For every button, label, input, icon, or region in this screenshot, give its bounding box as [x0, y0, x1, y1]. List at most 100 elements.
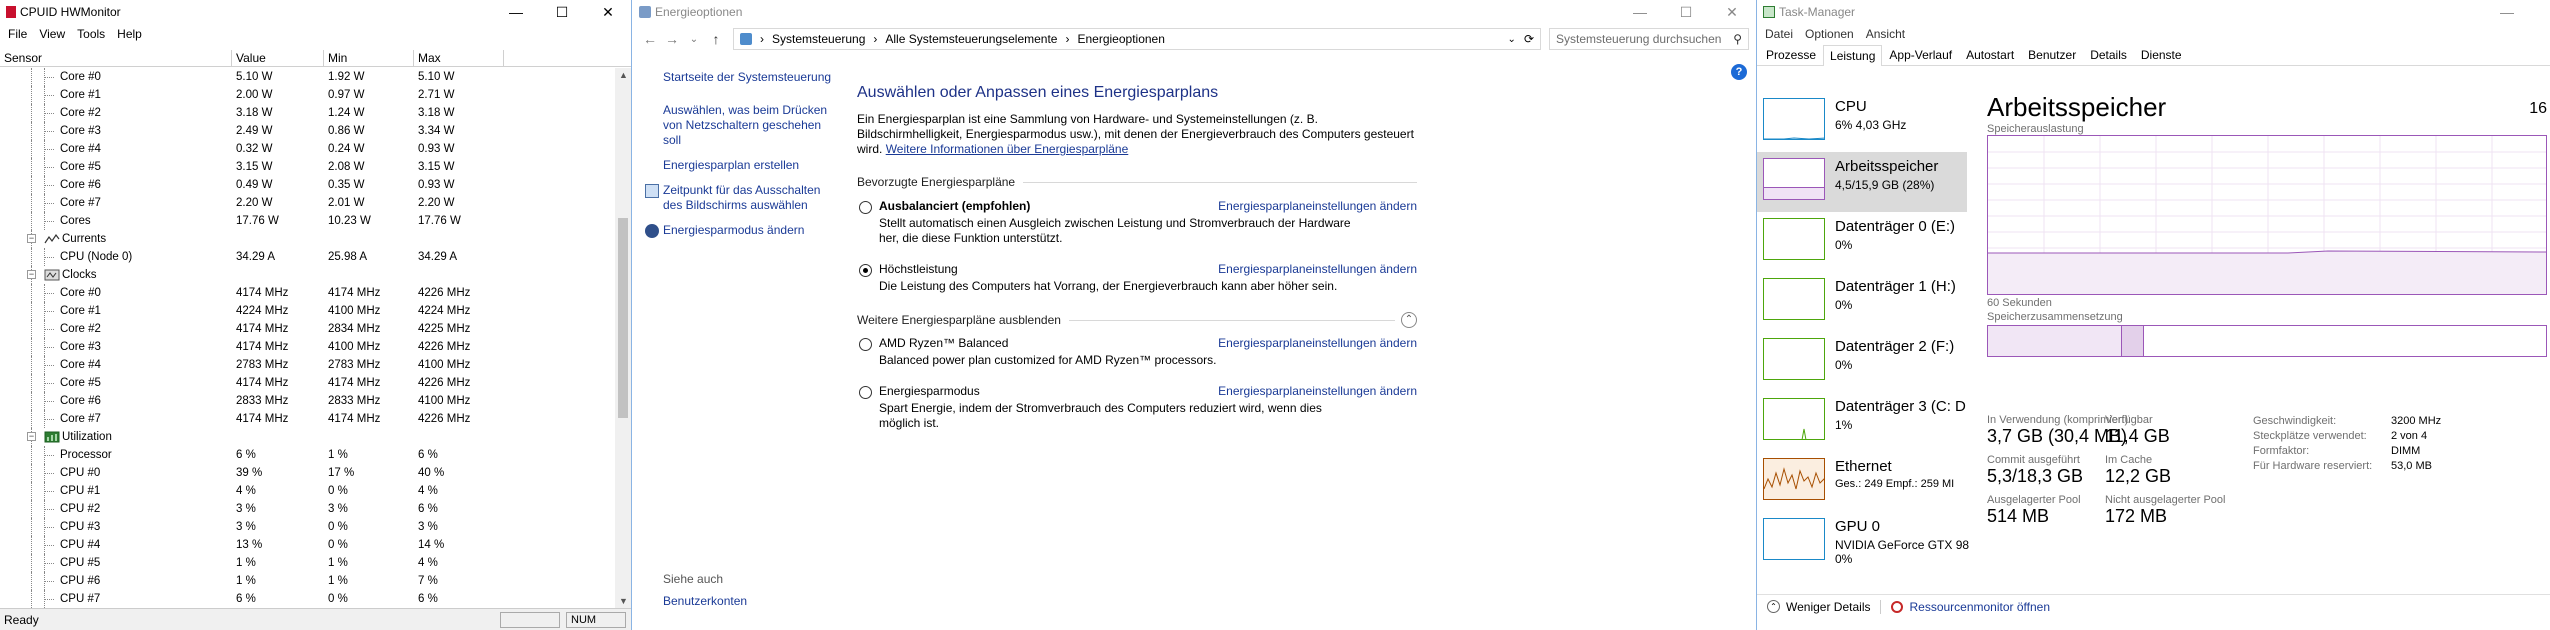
sensor-row[interactable]: Core #2 3.18 W 1.24 W 3.18 W — [0, 104, 616, 122]
back-arrow-icon[interactable]: ← — [639, 31, 661, 47]
plan-name[interactable]: Energiesparmodus — [879, 384, 980, 398]
sensor-row[interactable]: Core #0 5.10 W 1.92 W 5.10 W — [0, 68, 616, 86]
tab-benutzer[interactable]: Benutzer — [2021, 44, 2083, 65]
plan-name[interactable]: Ausbalanciert (empfohlen) — [879, 199, 1030, 213]
tab-dienste[interactable]: Dienste — [2134, 44, 2189, 65]
link-user-accounts[interactable]: Benutzerkonten — [663, 594, 747, 608]
maximize-button[interactable]: ☐ — [539, 0, 585, 24]
sensor-category-row[interactable]: − Clocks — [0, 266, 616, 284]
perf-item-gpu[interactable]: GPU 0 NVIDIA GeForce GTX 98 0% — [1757, 512, 1969, 572]
sensor-row[interactable]: Core #2 4174 MHz 2834 MHz 4225 MHz — [0, 320, 616, 338]
link-create-plan[interactable]: Energiesparplan erstellen — [663, 158, 833, 173]
up-arrow-icon[interactable]: ↑ — [705, 31, 727, 47]
plan-name[interactable]: Höchstleistung — [879, 262, 958, 276]
tab-leistung[interactable]: Leistung — [1823, 45, 1883, 66]
close-button[interactable]: ✕ — [585, 0, 631, 24]
sensor-row[interactable]: CPU #2 3 % 3 % 6 % — [0, 500, 616, 518]
perf-item-disk-0[interactable]: Datenträger 0 (E:) 0% — [1757, 212, 1967, 272]
tree-collapse-icon[interactable]: − — [27, 234, 36, 243]
column-max[interactable]: Max — [414, 50, 504, 66]
maximize-button[interactable]: ☐ — [1663, 0, 1709, 24]
sensor-row[interactable]: Core #1 2.00 W 0.97 W 2.71 W — [0, 86, 616, 104]
perf-item-ethernet[interactable]: Ethernet Ges.: 249 Empf.: 259 MI — [1757, 452, 1967, 512]
sensor-row[interactable]: CPU #6 1 % 1 % 7 % — [0, 572, 616, 590]
column-sensor[interactable]: Sensor — [0, 50, 232, 66]
address-bar[interactable]: › Systemsteuerung › Alle Systemsteuerung… — [733, 28, 1541, 50]
menu-tools[interactable]: Tools — [71, 27, 111, 41]
sensor-row[interactable]: CPU #5 1 % 1 % 4 % — [0, 554, 616, 572]
sensor-row[interactable]: CPU #4 13 % 0 % 14 % — [0, 536, 616, 554]
sensor-row[interactable]: Core #3 4174 MHz 4100 MHz 4226 MHz — [0, 338, 616, 356]
perf-item-memory[interactable]: Arbeitsspeicher 4,5/15,9 GB (28%) — [1757, 152, 1967, 212]
sensor-row[interactable]: Core #6 0.49 W 0.35 W 0.93 W — [0, 176, 616, 194]
breadcrumb-energieoptionen[interactable]: Energieoptionen — [1077, 32, 1164, 46]
scroll-down-icon[interactable]: ▼ — [619, 596, 628, 606]
address-dropdown-icon[interactable]: ⌄ — [1508, 34, 1516, 45]
sensor-row[interactable]: Core #0 4174 MHz 4174 MHz 4226 MHz — [0, 284, 616, 302]
refresh-icon[interactable]: ⟳ — [1524, 32, 1540, 46]
tree-collapse-icon[interactable]: − — [27, 432, 36, 441]
perf-item-disk-3[interactable]: Datenträger 3 (C: D 1% — [1757, 392, 1967, 452]
plan-radio-energiesparmodus[interactable] — [859, 386, 872, 399]
perf-item-disk-1[interactable]: Datenträger 1 (H:) 0% — [1757, 272, 1967, 332]
sensor-row[interactable]: CPU #3 3 % 0 % 3 % — [0, 518, 616, 536]
fewer-details-button[interactable]: Weniger Details — [1786, 600, 1870, 614]
sensor-category-row[interactable]: − Currents — [0, 230, 616, 248]
open-resource-monitor-link[interactable]: Ressourcenmonitor öffnen — [1909, 600, 2050, 614]
plan-radio-hoechstleistung[interactable] — [859, 264, 872, 277]
sensor-row[interactable]: Core #3 2.49 W 0.86 W 3.34 W — [0, 122, 616, 140]
sensor-row[interactable]: Core #6 2833 MHz 2833 MHz 4100 MHz — [0, 392, 616, 410]
sensor-row[interactable]: CPU #7 6 % 0 % 6 % — [0, 590, 616, 608]
link-control-panel-home[interactable]: Startseite der Systemsteuerung — [663, 70, 833, 85]
sensor-row[interactable]: Core #5 4174 MHz 4174 MHz 4226 MHz — [0, 374, 616, 392]
menu-optionen[interactable]: Optionen — [1799, 27, 1860, 41]
collapse-up-icon[interactable]: ⌃ — [1767, 600, 1780, 613]
sensor-row[interactable]: CPU #1 4 % 0 % 4 % — [0, 482, 616, 500]
plan-name[interactable]: AMD Ryzen™ Balanced — [879, 336, 1008, 350]
search-input[interactable]: Systemsteuerung durchsuchen ⚲ — [1549, 28, 1749, 50]
forward-arrow-icon[interactable]: → — [661, 31, 683, 47]
close-button[interactable]: ✕ — [1709, 0, 1755, 24]
menu-view[interactable]: View — [33, 27, 71, 41]
help-icon[interactable]: ? — [1731, 64, 1747, 80]
link-sleep-mode[interactable]: Energiesparmodus ändern — [645, 223, 833, 238]
sensor-row[interactable]: Processor 6 % 1 % 6 % — [0, 446, 616, 464]
menu-datei[interactable]: Datei — [1759, 27, 1799, 41]
sensor-row[interactable]: Core #7 2.20 W 2.01 W 2.20 W — [0, 194, 616, 212]
change-plan-settings-link[interactable]: Energiesparplaneinstellungen ändern — [1218, 262, 1417, 276]
link-display-off[interactable]: Zeitpunkt für das Ausschalten des Bildsc… — [645, 183, 833, 213]
minimize-button[interactable]: — — [2484, 0, 2530, 24]
perf-item-cpu[interactable]: CPU 6% 4,03 GHz — [1757, 92, 1967, 152]
vertical-scrollbar[interactable]: ▲ ▼ — [615, 68, 631, 608]
scroll-up-icon[interactable]: ▲ — [619, 70, 628, 80]
column-value[interactable]: Value — [232, 50, 324, 66]
menu-ansicht[interactable]: Ansicht — [1860, 27, 1911, 41]
sensor-category-row[interactable]: − Utilization — [0, 428, 616, 446]
change-plan-settings-link[interactable]: Energiesparplaneinstellungen ändern — [1218, 199, 1417, 213]
more-info-link[interactable]: Weitere Informationen über Energiesparpl… — [886, 142, 1129, 156]
tab-app-verlauf[interactable]: App-Verlauf — [1882, 44, 1959, 65]
more-plans-label[interactable]: Weitere Energiesparpläne ausblenden — [857, 313, 1061, 327]
tab-prozesse[interactable]: Prozesse — [1759, 44, 1823, 65]
change-plan-settings-link[interactable]: Energiesparplaneinstellungen ändern — [1218, 384, 1417, 398]
tab-details[interactable]: Details — [2083, 44, 2134, 65]
link-power-buttons[interactable]: Auswählen, was beim Drücken von Netzscha… — [663, 103, 833, 148]
plan-radio-ausbalanciert[interactable] — [859, 201, 872, 214]
sensor-row[interactable]: Core #4 2783 MHz 2783 MHz 4100 MHz — [0, 356, 616, 374]
change-plan-settings-link[interactable]: Energiesparplaneinstellungen ändern — [1218, 336, 1417, 350]
minimize-button[interactable]: — — [493, 0, 539, 24]
sensor-row[interactable]: CPU #0 39 % 17 % 40 % — [0, 464, 616, 482]
sensor-row[interactable]: Cores 17.76 W 10.23 W 17.76 W — [0, 212, 616, 230]
sensor-row[interactable]: Core #4 0.32 W 0.24 W 0.93 W — [0, 140, 616, 158]
breadcrumb-all-items[interactable]: Alle Systemsteuerungselemente — [885, 32, 1057, 46]
collapse-chevron-icon[interactable]: ⌃ — [1401, 312, 1417, 328]
column-min[interactable]: Min — [324, 50, 414, 66]
menu-help[interactable]: Help — [111, 27, 148, 41]
breadcrumb-systemsteuerung[interactable]: Systemsteuerung — [772, 32, 865, 46]
minimize-button[interactable]: — — [1617, 0, 1663, 24]
tree-collapse-icon[interactable]: − — [27, 270, 36, 279]
sensor-row[interactable]: Core #5 3.15 W 2.08 W 3.15 W — [0, 158, 616, 176]
menu-file[interactable]: File — [2, 27, 33, 41]
sensor-row[interactable]: CPU (Node 0) 34.29 A 25.98 A 34.29 A — [0, 248, 616, 266]
sensor-row[interactable]: Core #7 4174 MHz 4174 MHz 4226 MHz — [0, 410, 616, 428]
